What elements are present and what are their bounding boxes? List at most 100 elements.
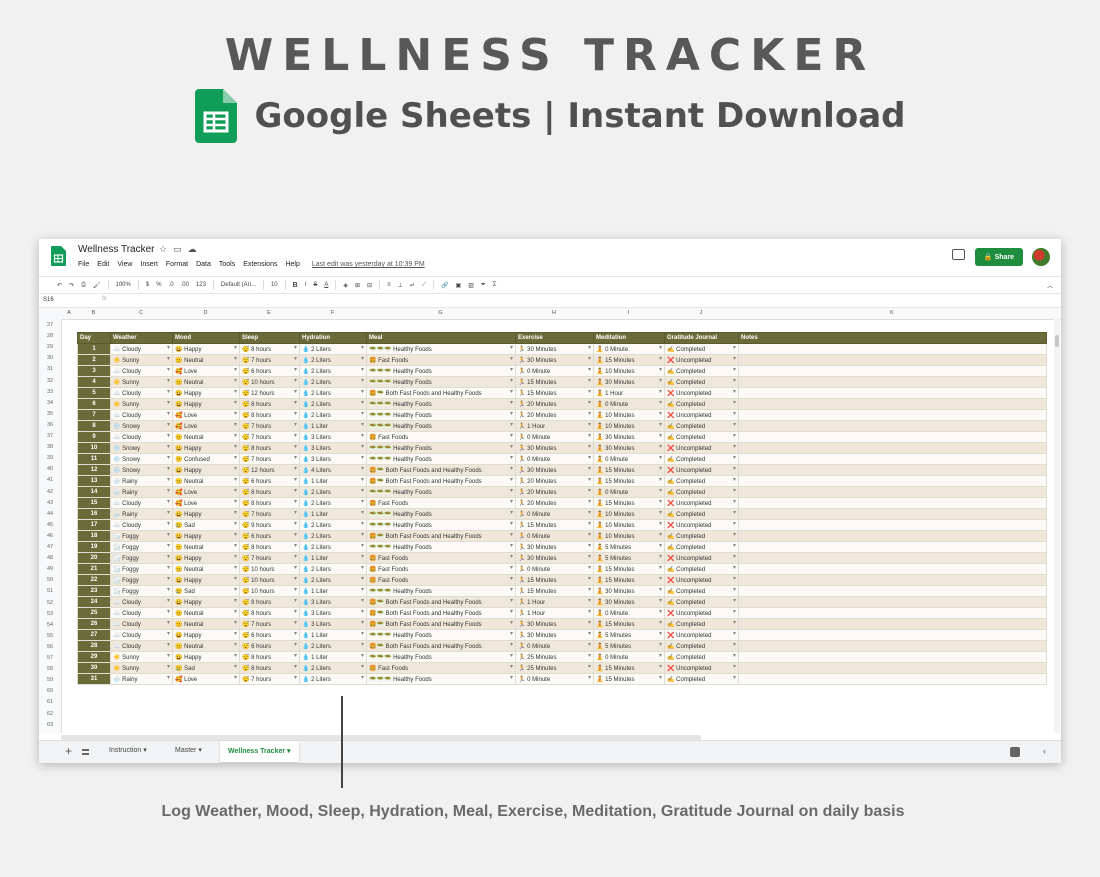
dropdown-cell[interactable]: 🏃 0 Minute (515, 431, 594, 443)
day-cell[interactable]: 20 (77, 552, 111, 564)
dropdown-cell[interactable]: 🧘 0 Minute (593, 398, 665, 410)
column-header[interactable]: A (61, 310, 77, 316)
dropdown-cell[interactable]: 🥗🥗🥗 Healthy Foods (366, 453, 516, 465)
dropdown-cell[interactable]: 🥰 Love (172, 420, 240, 432)
document-title[interactable]: Wellness Tracker (78, 244, 155, 255)
day-cell[interactable]: 12 (77, 464, 111, 476)
dropdown-cell[interactable]: 😴 6 hours (239, 629, 300, 641)
dropdown-cell[interactable]: 🥗🥗🥗 Healthy Foods (366, 420, 516, 432)
dropdown-cell[interactable]: 😐 Neutral (172, 431, 240, 443)
dropdown-cell[interactable]: 🥗🥗🥗 Healthy Foods (366, 409, 516, 421)
column-title[interactable]: Hydration (299, 332, 367, 344)
dropdown-cell[interactable]: ☁️ Cloudy (110, 409, 173, 421)
notes-cell[interactable] (738, 343, 1047, 355)
menu-data[interactable]: Data (196, 261, 211, 268)
dropdown-cell[interactable]: ❌ Uncompleted (664, 629, 739, 641)
menu-format[interactable]: Format (166, 261, 188, 268)
dropdown-cell[interactable]: ❌ Uncompleted (664, 574, 739, 586)
collapse-toolbar-icon[interactable]: ︿ (1047, 281, 1053, 290)
merge-cells-icon[interactable]: ⊟ (367, 282, 372, 289)
move-folder-icon[interactable]: ▭ (173, 244, 182, 255)
dropdown-cell[interactable]: 😴 8 hours (239, 442, 300, 454)
dropdown-cell[interactable]: 🥗🥗🥗 Healthy Foods (366, 629, 516, 641)
all-sheets-icon[interactable] (82, 749, 89, 755)
dropdown-cell[interactable]: 🏃 0 Minute (515, 530, 594, 542)
dropdown-cell[interactable]: 🏃 0 Minute (515, 563, 594, 575)
align-horizontal-icon[interactable]: ≡ (387, 282, 391, 288)
dropdown-cell[interactable]: 🏃 15 Minutes (515, 387, 594, 399)
dropdown-cell[interactable]: 💧 3 Liters (299, 453, 367, 465)
italic-icon[interactable]: I (305, 282, 307, 288)
dropdown-cell[interactable]: 🍔🥗 Both Fast Foods and Healthy Foods (366, 475, 516, 487)
dropdown-cell[interactable]: 🏃 20 Minutes (515, 398, 594, 410)
dropdown-cell[interactable]: 🍔 Fast Foods (366, 354, 516, 366)
notes-cell[interactable] (738, 376, 1047, 388)
row-number[interactable]: 54 (39, 622, 61, 628)
dropdown-cell[interactable]: ☁️ Cloudy (110, 343, 173, 355)
dropdown-cell[interactable]: 💧 2 Liters (299, 497, 367, 509)
dropdown-cell[interactable]: 🧘 0 Minute (593, 486, 665, 498)
dropdown-cell[interactable]: ❄️ Snowy (110, 420, 173, 432)
dropdown-cell[interactable]: 🧘 0 Minute (593, 453, 665, 465)
menu-edit[interactable]: Edit (97, 261, 109, 268)
dropdown-cell[interactable]: 🥰 Love (172, 365, 240, 377)
dropdown-cell[interactable]: 🌫️ Foggy (110, 541, 173, 553)
row-number[interactable]: 56 (39, 644, 61, 650)
row-number[interactable]: 48 (39, 555, 61, 561)
dropdown-cell[interactable]: 🧘 30 Minutes (593, 431, 665, 443)
dropdown-cell[interactable]: ❌ Uncompleted (664, 607, 739, 619)
dropdown-cell[interactable]: 🌧️ Rainy (110, 673, 173, 685)
dropdown-cell[interactable]: 🧘 0 Minute (593, 651, 665, 663)
text-rotate-icon[interactable]: ⟋ (422, 282, 426, 289)
column-title[interactable]: Exercise (515, 332, 594, 344)
bold-icon[interactable]: B (293, 282, 298, 289)
dropdown-cell[interactable]: 💧 1 Liter (299, 585, 367, 597)
dropdown-cell[interactable]: ✍️ Completed (664, 640, 739, 652)
dropdown-cell[interactable]: 🏃 15 Minutes (515, 574, 594, 586)
dropdown-cell[interactable]: ✍️ Completed (664, 585, 739, 597)
day-cell[interactable]: 24 (77, 596, 111, 608)
dropdown-cell[interactable]: ✍️ Completed (664, 475, 739, 487)
day-cell[interactable]: 3 (77, 365, 111, 377)
dropdown-cell[interactable]: 😀 Happy (172, 442, 240, 454)
dropdown-cell[interactable]: 😢 Sad (172, 585, 240, 597)
dropdown-cell[interactable]: 😴 8 hours (239, 596, 300, 608)
dropdown-cell[interactable]: 🏃 15 Minutes (515, 585, 594, 597)
dropdown-cell[interactable]: ❌ Uncompleted (664, 662, 739, 674)
notes-cell[interactable] (738, 508, 1047, 520)
notes-cell[interactable] (738, 629, 1047, 641)
notes-cell[interactable] (738, 453, 1047, 465)
dropdown-cell[interactable]: 😐 Neutral (172, 376, 240, 388)
dropdown-cell[interactable]: 😴 12 hours (239, 387, 300, 399)
dropdown-cell[interactable]: 🧘 15 Minutes (593, 618, 665, 630)
dropdown-cell[interactable]: 🏃 15 Minutes (515, 376, 594, 388)
dropdown-cell[interactable]: 🥰 Love (172, 486, 240, 498)
dropdown-cell[interactable]: 🧘 10 Minutes (593, 530, 665, 542)
dropdown-cell[interactable]: 🧘 0 Minute (593, 343, 665, 355)
dropdown-cell[interactable]: 🧘 10 Minutes (593, 365, 665, 377)
dropdown-cell[interactable]: 🏃 1 Hour (515, 596, 594, 608)
day-cell[interactable]: 18 (77, 530, 111, 542)
notes-cell[interactable] (738, 585, 1047, 597)
insert-comment-icon[interactable]: ▣ (456, 282, 462, 289)
dropdown-cell[interactable]: ✍️ Completed (664, 376, 739, 388)
dropdown-cell[interactable]: 🧘 15 Minutes (593, 464, 665, 476)
day-cell[interactable]: 4 (77, 376, 111, 388)
dropdown-cell[interactable]: 🏃 0 Minute (515, 673, 594, 685)
dropdown-cell[interactable]: 🧘 5 Minutes (593, 629, 665, 641)
dropdown-cell[interactable]: 🧘 10 Minutes (593, 420, 665, 432)
dropdown-cell[interactable]: 🧘 5 Minutes (593, 541, 665, 553)
dropdown-cell[interactable]: 🏃 30 Minutes (515, 629, 594, 641)
dropdown-cell[interactable]: 😐 Neutral (172, 541, 240, 553)
row-number[interactable]: 58 (39, 666, 61, 672)
dropdown-cell[interactable]: 🏃 20 Minutes (515, 497, 594, 509)
day-cell[interactable]: 19 (77, 541, 111, 553)
dropdown-cell[interactable]: 😴 8 hours (239, 398, 300, 410)
sheets-doc-icon[interactable] (51, 246, 66, 266)
dropdown-cell[interactable]: 🍔 Fast Foods (366, 431, 516, 443)
dropdown-cell[interactable]: ✍️ Completed (664, 530, 739, 542)
comment-history-icon[interactable] (952, 249, 965, 260)
row-number[interactable]: 55 (39, 633, 61, 639)
column-title[interactable]: Gratitude Journal (664, 332, 739, 344)
dropdown-cell[interactable]: 🥗🥗🥗 Healthy Foods (366, 398, 516, 410)
